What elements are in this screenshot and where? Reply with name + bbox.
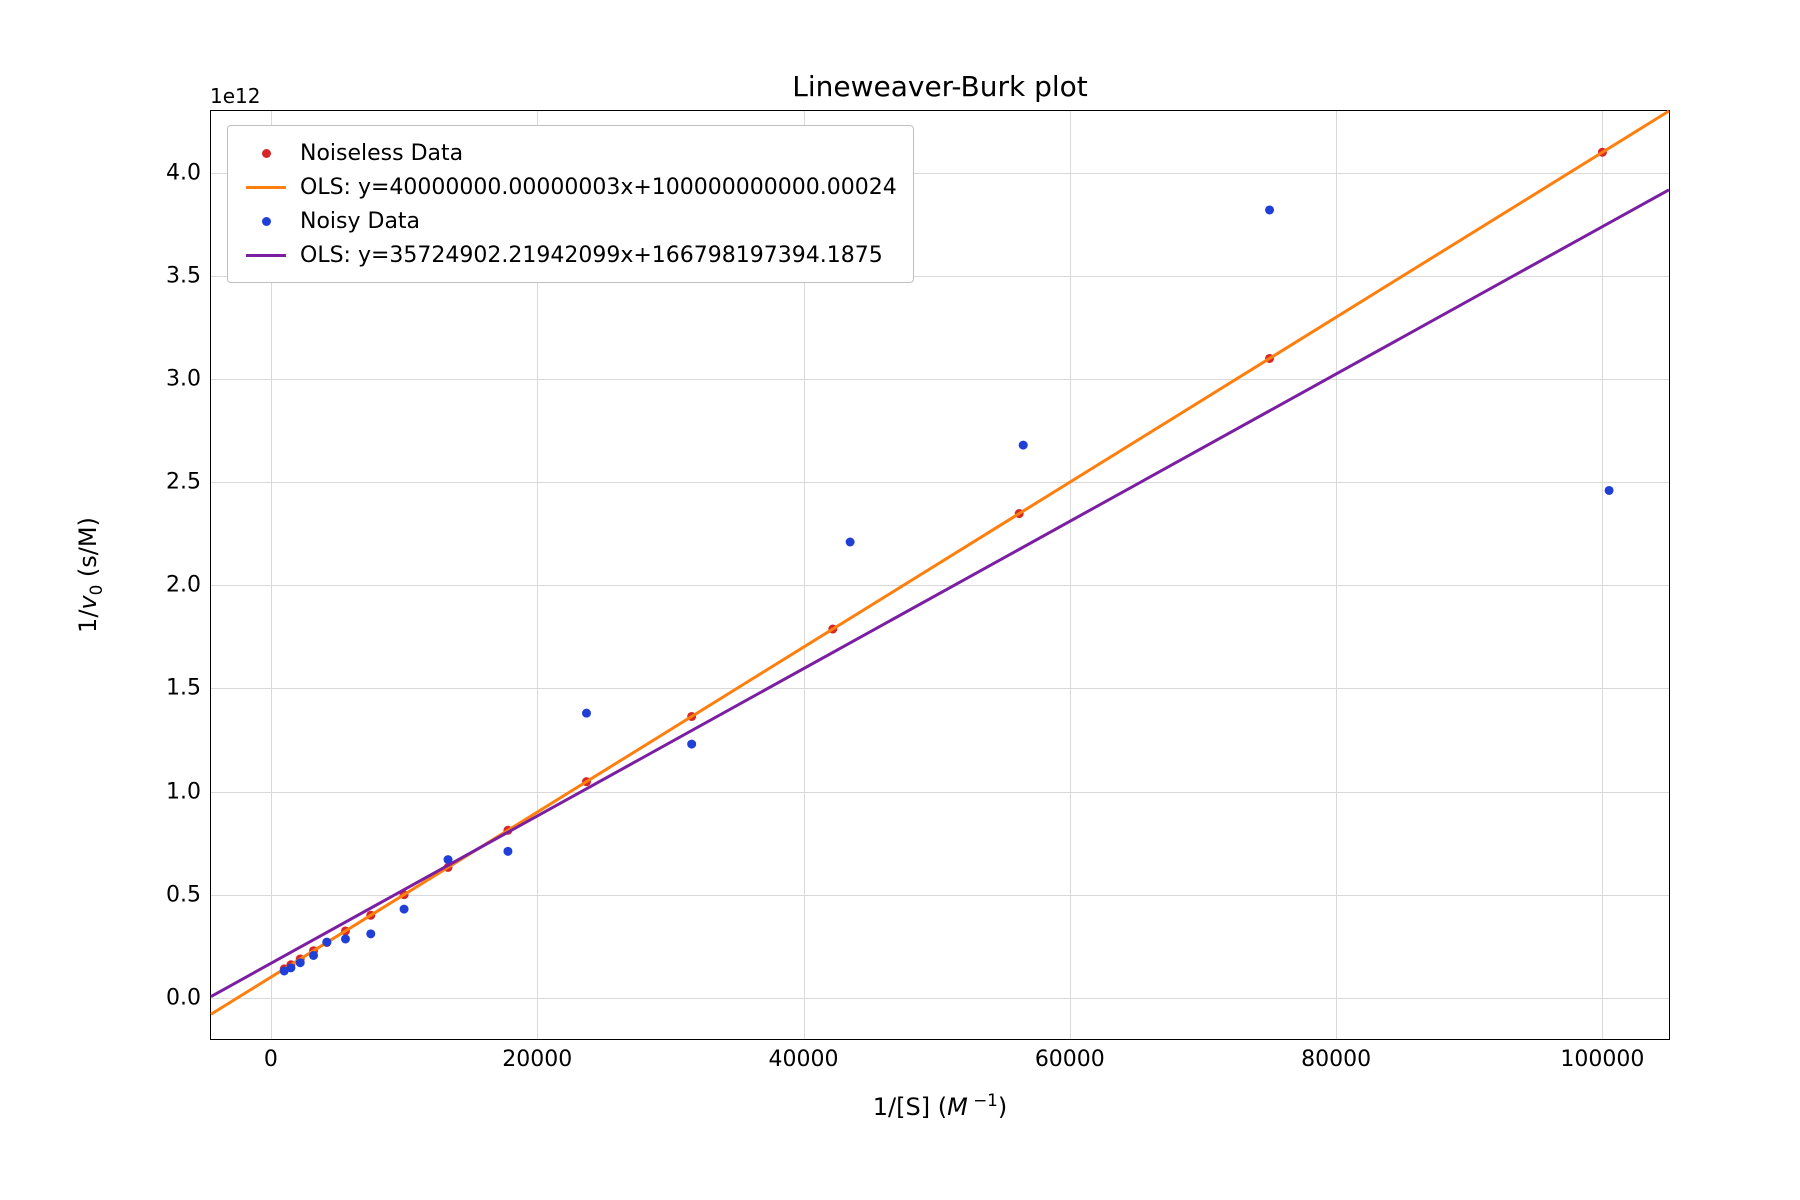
x-tick-label: 0: [264, 1047, 278, 1072]
data-point: [503, 847, 512, 856]
legend: Noiseless Data OLS: y=40000000.00000003x…: [227, 125, 914, 283]
data-point: [582, 709, 591, 718]
data-point: [341, 934, 350, 943]
y-tick-label: 4.0: [166, 160, 201, 185]
y-tick-label: 0.0: [166, 985, 201, 1010]
y-tick-label: 3.5: [166, 263, 201, 288]
y-tick-label: 2.5: [166, 470, 201, 495]
legend-item-noisy: Noisy Data: [242, 204, 897, 238]
legend-label: Noiseless Data: [300, 141, 463, 166]
y-axis-offset: 1e12: [210, 84, 260, 108]
x-tick-label: 60000: [1035, 1047, 1105, 1072]
data-point: [846, 538, 855, 547]
figure: Lineweaver-Burk plot 1e12 Noiseless Data…: [0, 0, 1800, 1200]
data-point: [366, 929, 375, 938]
y-tick-label: 3.0: [166, 367, 201, 392]
data-point: [687, 740, 696, 749]
chart-axes: Noiseless Data OLS: y=40000000.00000003x…: [210, 110, 1670, 1040]
legend-label: OLS: y=35724902.21942099x+166798197394.1…: [300, 243, 883, 268]
y-tick-label: 1.0: [166, 779, 201, 804]
legend-swatch-dot-icon: [242, 210, 290, 232]
data-point: [286, 963, 295, 972]
y-tick-label: 0.5: [166, 882, 201, 907]
x-tick-label: 80000: [1301, 1047, 1371, 1072]
legend-swatch-line-icon: [242, 244, 290, 266]
legend-item-noiseless: Noiseless Data: [242, 136, 897, 170]
y-tick-label: 2.0: [166, 573, 201, 598]
chart-title: Lineweaver-Burk plot: [210, 70, 1670, 103]
x-tick-label: 100000: [1560, 1047, 1644, 1072]
legend-item-ols-noisy: OLS: y=35724902.21942099x+166798197394.1…: [242, 238, 897, 272]
data-point: [1265, 205, 1274, 214]
regression-line: [211, 190, 1669, 997]
legend-swatch-line-icon: [242, 176, 290, 198]
data-point: [1605, 486, 1614, 495]
x-tick-label: 20000: [502, 1047, 572, 1072]
legend-swatch-dot-icon: [242, 142, 290, 164]
y-axis-label: 1/v0 (s/M): [74, 517, 106, 633]
legend-item-ols-clean: OLS: y=40000000.00000003x+100000000000.0…: [242, 170, 897, 204]
legend-label: OLS: y=40000000.00000003x+100000000000.0…: [300, 175, 897, 200]
data-point: [322, 938, 331, 947]
data-point: [296, 958, 305, 967]
data-point: [309, 951, 318, 960]
y-tick-label: 1.5: [166, 676, 201, 701]
data-point: [400, 905, 409, 914]
data-point: [1019, 441, 1028, 450]
x-axis-label: 1/[S] (M −1): [210, 1090, 1670, 1121]
x-tick-label: 40000: [769, 1047, 839, 1072]
legend-label: Noisy Data: [300, 209, 420, 234]
